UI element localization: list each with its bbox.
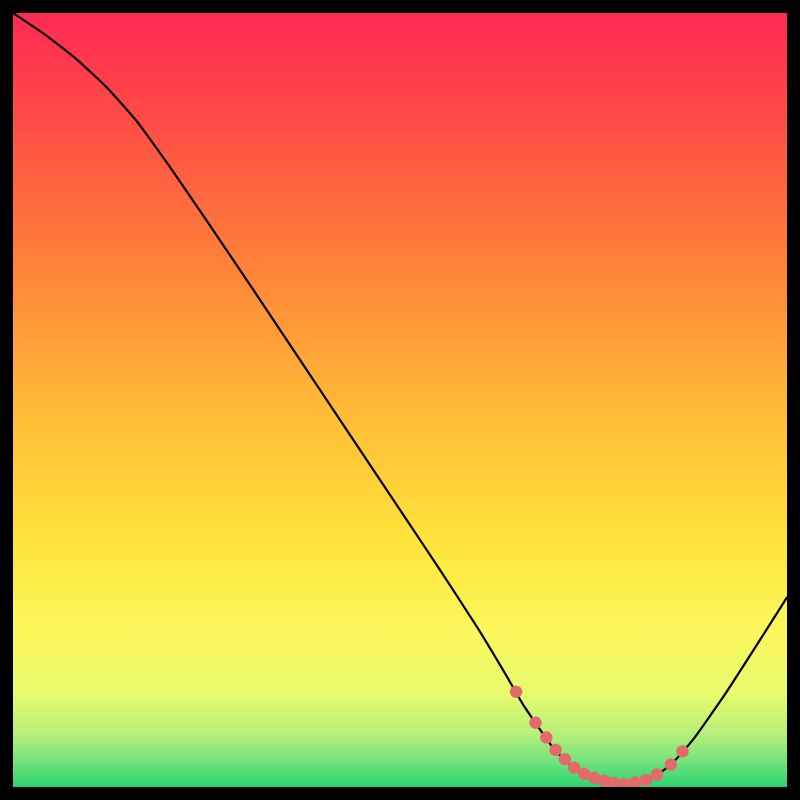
optimal-point xyxy=(651,768,663,780)
optimal-point xyxy=(549,744,561,756)
optimal-point xyxy=(559,753,571,765)
optimal-point xyxy=(540,731,552,743)
chart-background xyxy=(13,13,787,787)
optimal-point xyxy=(665,758,677,770)
optimal-point xyxy=(676,745,688,757)
optimal-point xyxy=(640,774,652,786)
optimal-point xyxy=(510,686,522,698)
optimal-point xyxy=(529,717,541,729)
chart-svg xyxy=(13,13,787,787)
